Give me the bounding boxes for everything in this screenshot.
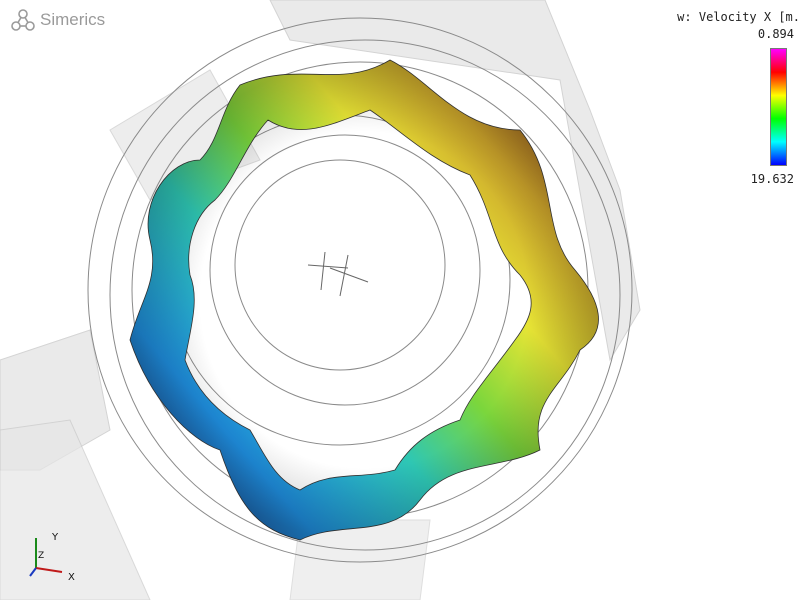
brand-name: Simerics [40,10,106,29]
legend-colorbar [770,48,787,166]
axis-z-label: Z [38,551,44,561]
axis-y-label: Y [51,532,59,543]
legend-min-value: 19.632 [750,172,794,186]
axis-triad: Y X Z [29,532,75,583]
3d-viewport[interactable] [0,0,800,600]
brand-logo: Simerics [10,8,105,32]
legend-max-value: 0.894 [757,27,794,41]
axis-x-label: X [68,572,75,583]
legend-title: w: Velocity X [m. [677,10,800,24]
molecule-logo-icon [11,9,35,31]
